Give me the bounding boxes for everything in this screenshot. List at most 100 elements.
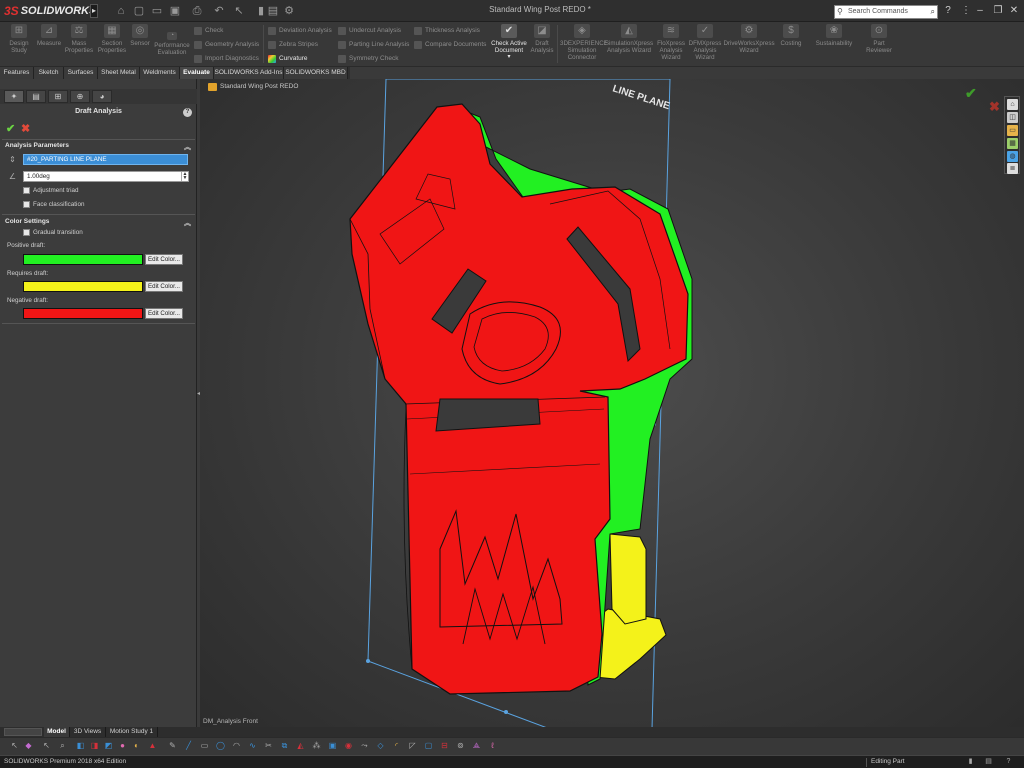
simulationxpress-button[interactable]: ◭ SimulationXpress Analysis Wizard: [604, 24, 654, 54]
parting-line-analysis-button[interactable]: Parting Line Analysis: [338, 39, 409, 51]
tab-sketch[interactable]: Sketch: [34, 67, 64, 79]
solidworks-logo[interactable]: 3S SOLIDWORKS: [4, 3, 96, 19]
tab-solidworks-add-ins[interactable]: SOLIDWORKS Add-Ins: [214, 67, 284, 79]
edit-color-negative-button[interactable]: Edit Color...: [145, 308, 183, 319]
tab-features[interactable]: Features: [0, 67, 34, 79]
spline-icon[interactable]: ∿: [248, 741, 257, 751]
sustainability-button[interactable]: ❀ Sustainability: [810, 24, 858, 47]
file-explorer-icon[interactable]: ▭: [1007, 125, 1018, 136]
feature-tree-root[interactable]: Standard Wing Post REDO: [208, 82, 298, 92]
adjustment-triad-checkbox[interactable]: Adjustment triad: [23, 186, 79, 195]
section-view-icon[interactable]: ◩: [104, 741, 113, 751]
floxpress-button[interactable]: ≋ FloXpress Analysis Wizard: [654, 24, 688, 61]
measure-button[interactable]: ⊿ Measure: [34, 24, 64, 47]
shell-icon[interactable]: ▢: [424, 741, 433, 751]
revolve-icon[interactable]: ◉: [344, 741, 353, 751]
curvature-button[interactable]: Curvature: [268, 53, 308, 65]
sweep-icon[interactable]: ⤳: [360, 741, 369, 751]
arc-icon[interactable]: ◠: [232, 741, 241, 751]
rebuild-status-icon[interactable]: ▮: [966, 758, 975, 766]
curves-icon[interactable]: ℓ: [488, 741, 497, 751]
fillet-icon[interactable]: ◜: [392, 741, 401, 751]
symmetry-check-button[interactable]: Symmetry Check: [338, 53, 398, 65]
undercut-analysis-button[interactable]: Undercut Analysis: [338, 25, 401, 37]
pattern-icon[interactable]: ⁂: [312, 741, 321, 751]
part-reviewer-button[interactable]: ⊙ Part Reviewer: [862, 24, 896, 54]
scene-icon[interactable]: ◐: [132, 741, 141, 751]
tab-solidworks-mbd[interactable]: SOLIDWORKS MBD: [284, 67, 348, 79]
requires-draft-swatch[interactable]: [23, 281, 143, 292]
design-study-button[interactable]: ⊞ Design Study: [5, 24, 33, 54]
check-active-document-button[interactable]: ✔ Check Active Document ▾: [488, 24, 530, 61]
viewport-restore-icon[interactable]: ▫: [950, 79, 960, 83]
confirm-checkmark-icon[interactable]: ✔: [965, 85, 977, 102]
tab-surfaces[interactable]: Surfaces: [64, 67, 98, 79]
analysis-parameters-header[interactable]: Analysis Parameters ︽: [5, 142, 193, 152]
tab-motion-study[interactable]: Motion Study 1: [106, 727, 158, 737]
viewport-close-icon[interactable]: ▫: [980, 79, 990, 83]
edit-color-requires-button[interactable]: Edit Color...: [145, 281, 183, 292]
checkbox-box[interactable]: [23, 201, 30, 208]
minimize-button[interactable]: –: [972, 4, 988, 18]
select-icon[interactable]: ↖: [232, 4, 246, 18]
graphics-area[interactable]: LINE PLANE Standard Wing Post REDO DM_An…: [200, 79, 1024, 728]
help-icon[interactable]: ?: [1004, 758, 1013, 766]
feature-manager-tab-icon[interactable]: ✦: [4, 90, 24, 103]
configuration-manager-tab-icon[interactable]: ⊞: [48, 90, 68, 103]
appearances-icon[interactable]: ◍: [1007, 151, 1018, 162]
sensor-button[interactable]: ◎ Sensor: [128, 24, 152, 47]
home-icon[interactable]: ⌂: [114, 4, 128, 18]
close-button[interactable]: ✕: [1006, 4, 1022, 18]
chamfer-icon[interactable]: ◸: [408, 741, 417, 751]
hide-show-icon[interactable]: ▲: [148, 741, 157, 751]
tab-model[interactable]: Model: [44, 727, 70, 737]
smart-dimension-icon[interactable]: ◆: [24, 741, 33, 751]
edit-color-positive-button[interactable]: Edit Color...: [145, 254, 183, 265]
driveworksxpress-button[interactable]: ⚙ DriveWorksXpress Wizard: [722, 24, 776, 54]
help-dropdown-icon[interactable]: ?: [940, 4, 956, 18]
custom-properties-icon[interactable]: ≣: [1007, 163, 1018, 174]
tab-scroll-arrows[interactable]: [4, 728, 42, 736]
help-icon[interactable]: ?: [183, 108, 192, 117]
deviation-analysis-button[interactable]: Deviation Analysis: [268, 25, 332, 37]
color-settings-header[interactable]: Color Settings ︽: [5, 218, 193, 228]
zebra-stripes-button[interactable]: Zebra Stripes: [268, 39, 318, 51]
undo-icon[interactable]: ↶: [212, 4, 226, 18]
face-classification-checkbox[interactable]: Face classification: [23, 200, 84, 209]
section-properties-button[interactable]: ▦ Section Properties: [96, 24, 128, 54]
tab-3d-views[interactable]: 3D Views: [70, 727, 106, 737]
trim-icon[interactable]: ✂: [264, 741, 273, 751]
viewport-maximize-icon[interactable]: ▫: [964, 79, 974, 83]
costing-button[interactable]: $ Costing: [776, 24, 806, 47]
restore-button[interactable]: ❐: [990, 4, 1006, 18]
property-manager-tab-icon[interactable]: ▤: [26, 90, 46, 103]
circle-icon[interactable]: ◯: [216, 741, 225, 751]
save-icon[interactable]: ▣: [168, 4, 182, 18]
direction-of-pull-icon[interactable]: ⇕: [7, 154, 18, 165]
import-diagnostics-button[interactable]: Import Diagnostics: [194, 53, 259, 65]
search-scope-icon[interactable]: ⚲: [837, 6, 843, 18]
tab-sheet-metal[interactable]: Sheet Metal: [98, 67, 140, 79]
draft-analysis-button[interactable]: ◪ Draft Analysis: [530, 24, 554, 54]
appearance-icon[interactable]: ●: [118, 741, 127, 751]
3dexperience-button[interactable]: ◈ 3DEXPERIENCE Simulation Connector: [560, 24, 608, 61]
direction-of-pull-field[interactable]: #20_PARTING LINE PLANE: [23, 154, 188, 165]
thickness-analysis-button[interactable]: Thickness Analysis: [414, 25, 480, 37]
mirror-icon[interactable]: ◭: [296, 741, 305, 751]
gradual-transition-checkbox[interactable]: Gradual transition: [23, 228, 83, 237]
dimxpert-manager-tab-icon[interactable]: ⊕: [70, 90, 90, 103]
cancel-x-icon[interactable]: ✖: [21, 122, 30, 135]
dropdown-arrow-icon[interactable]: ▾: [488, 54, 530, 61]
units-icon[interactable]: ▤: [984, 758, 993, 766]
rectangle-icon[interactable]: ▭: [200, 741, 209, 751]
checkbox-box[interactable]: [23, 187, 30, 194]
collapse-chevron-icon[interactable]: ︽: [184, 142, 191, 152]
draft-angle-input[interactable]: 1.00deg ▲ ▼: [23, 171, 189, 182]
tab-weldments[interactable]: Weldments: [140, 67, 180, 79]
tab-evaluate[interactable]: Evaluate: [180, 67, 214, 79]
search-icon[interactable]: ⌕: [931, 6, 935, 18]
extrude-icon[interactable]: ▣: [328, 741, 337, 751]
check-button[interactable]: Check: [194, 25, 223, 37]
ok-checkmark-icon[interactable]: ✔: [6, 122, 15, 135]
dfmxpress-button[interactable]: ✓ DFMXpress Analysis Wizard: [688, 24, 722, 61]
